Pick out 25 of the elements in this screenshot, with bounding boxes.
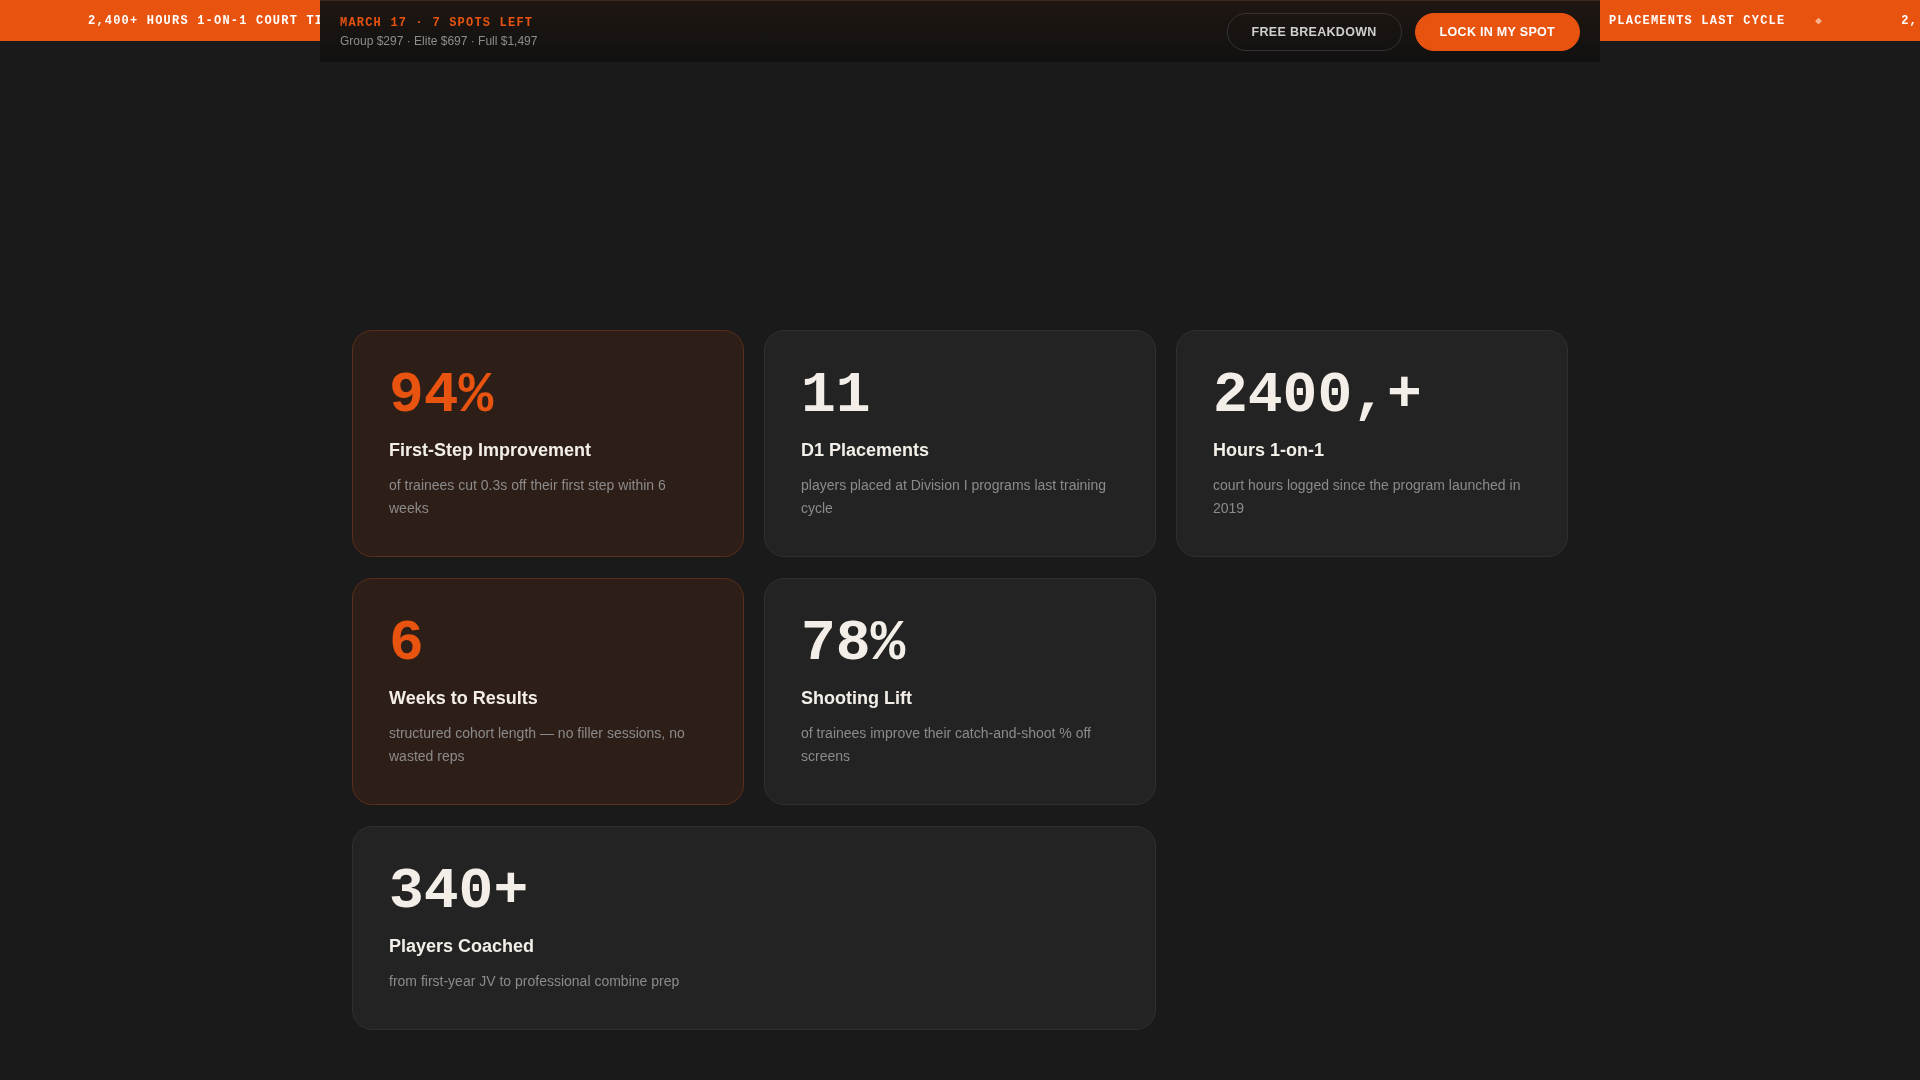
ticker-text: PLACEMENTS LAST CYCLE xyxy=(1608,13,1786,28)
stat-title: Weeks to Results xyxy=(389,688,538,709)
stat-description: court hours logged since the program launched in 2019 xyxy=(1213,476,1522,518)
stat-title: Hours 1-on-1 xyxy=(1213,440,1324,461)
stat-description: from first-year JV to professional combine prep xyxy=(389,972,681,991)
stat-value: 6 xyxy=(389,613,424,675)
stat-value: 78% xyxy=(801,613,906,675)
stat-description: structured cohort length — no filler sessions, no wasted reps xyxy=(389,724,686,766)
stat-description: of trainees cut 0.3s off their first step within 6 weeks xyxy=(389,476,667,518)
cohort-date: MARCH 17 · 7 SPOTS LEFT xyxy=(340,15,535,30)
lock-spot-button[interactable]: LOCK IN MY SPOT xyxy=(1414,12,1580,51)
stat-value: 94% xyxy=(389,365,494,427)
stat-title: Players Coached xyxy=(389,936,535,957)
price-list: Group $297 · Elite $697 · Full $1,497 xyxy=(340,33,538,48)
ticker-text: 2,400+ HOURS 1-ON-1 COURT TI xyxy=(88,13,324,28)
stat-value: 340+ xyxy=(389,861,529,923)
stat-description: players placed at Division I programs last training cycle xyxy=(801,476,1108,518)
stat-description: of trainees improve their catch-and-shoot % off screens xyxy=(801,724,1092,766)
stat-value: 2400,+ xyxy=(1213,365,1422,427)
ticker-text: 2, xyxy=(1901,13,1918,28)
stat-title: First-Step Improvement xyxy=(389,440,592,461)
stat-title: Shooting Lift xyxy=(801,688,912,709)
diamond-icon: ◆ xyxy=(1815,14,1824,27)
stat-value: 11 xyxy=(801,365,871,427)
stat-title: D1 Placements xyxy=(801,440,930,461)
